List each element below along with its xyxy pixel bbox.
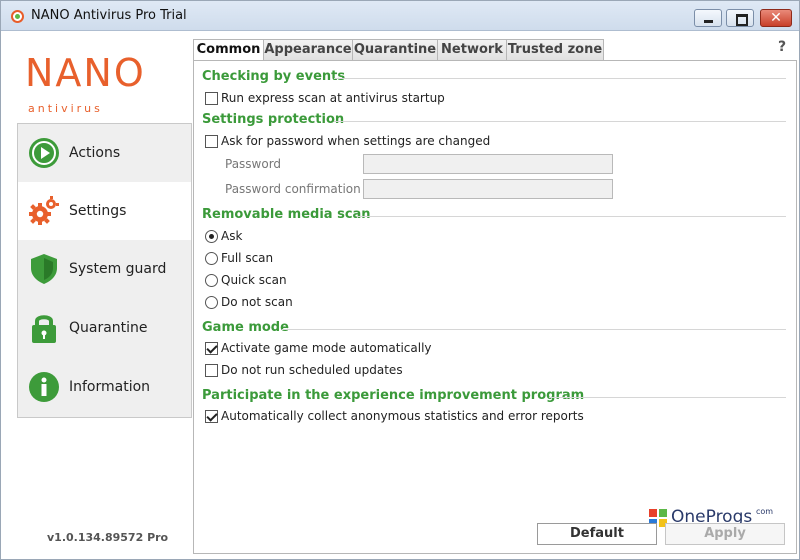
ask-password-label[interactable]: Ask for password when settings are chang… — [221, 134, 490, 148]
section-title-protection: Settings protection — [202, 112, 345, 127]
nav-label: Quarantine — [69, 320, 148, 336]
tab-quarantine[interactable]: Quarantine — [352, 39, 438, 61]
radio-full-scan-label[interactable]: Full scan — [221, 251, 273, 265]
nav-label: Settings — [69, 203, 127, 219]
section-title-experience: Participate in the experience improvemen… — [202, 388, 585, 403]
watermark-suffix: com — [756, 507, 774, 516]
nav-menu: Actions Settings System guard Quarantine… — [17, 123, 192, 418]
close-icon: ✕ — [770, 10, 782, 26]
radio-ask[interactable] — [205, 230, 218, 243]
radio-full-scan[interactable] — [205, 252, 218, 265]
nav-item-system-guard[interactable]: System guard — [18, 240, 191, 298]
section-title-checking: Checking by events — [202, 69, 346, 84]
play-icon — [29, 138, 59, 168]
section-divider — [282, 329, 786, 330]
express-scan-label[interactable]: Run express scan at antivirus startup — [221, 91, 445, 105]
version-label: v1.0.134.89572 Pro — [47, 531, 169, 544]
radio-quick-scan[interactable] — [205, 274, 218, 287]
gears-icon — [29, 196, 59, 225]
title-bar[interactable]: NANO Antivirus Pro Trial ✕ — [1, 1, 799, 31]
tab-appearance[interactable]: Appearance — [263, 39, 353, 61]
app-window: NANO Antivirus Pro Trial ✕ NANO antiviru… — [0, 0, 800, 560]
logo-subtitle: antivirus — [28, 102, 103, 115]
radio-do-not-scan[interactable] — [205, 296, 218, 309]
ask-password-checkbox[interactable] — [205, 135, 218, 148]
default-button[interactable]: Default — [537, 523, 657, 545]
logo-text: NANO — [25, 51, 146, 95]
nav-item-information[interactable]: Information — [18, 358, 191, 416]
shield-icon — [31, 254, 57, 284]
radio-ask-label[interactable]: Ask — [221, 229, 242, 243]
maximize-button[interactable] — [726, 9, 754, 27]
express-scan-checkbox[interactable] — [205, 92, 218, 105]
tab-common[interactable]: Common — [193, 39, 264, 62]
no-scheduled-updates-checkbox[interactable] — [205, 364, 218, 377]
apply-button[interactable]: Apply — [665, 523, 785, 545]
password-confirm-label: Password confirmation — [225, 182, 361, 196]
game-mode-auto-checkbox[interactable] — [205, 342, 218, 355]
section-divider — [549, 397, 786, 398]
help-button[interactable]: ? — [778, 39, 786, 55]
tab-trusted-zone[interactable]: Trusted zone — [506, 39, 604, 61]
nav-item-actions[interactable]: Actions — [18, 124, 191, 182]
window-title: NANO Antivirus Pro Trial — [31, 8, 187, 23]
radio-do-not-scan-label[interactable]: Do not scan — [221, 295, 293, 309]
nav-label: Information — [69, 379, 151, 395]
nav-label: Actions — [69, 145, 121, 161]
section-title-removable: Removable media scan — [202, 207, 371, 222]
password-label: Password — [225, 157, 282, 171]
radio-quick-scan-label[interactable]: Quick scan — [221, 273, 287, 287]
section-title-game: Game mode — [202, 320, 289, 335]
nav-item-settings[interactable]: Settings — [18, 182, 191, 240]
password-confirm-input[interactable] — [363, 179, 613, 199]
nano-logo: NANO antivirus — [25, 51, 185, 115]
collect-stats-label[interactable]: Automatically collect anonymous statisti… — [221, 409, 584, 423]
sidebar: NANO antivirus Actions Settings System g… — [9, 31, 192, 553]
settings-panel: Checking by events Run express scan at a… — [193, 60, 797, 554]
nav-label: System guard — [69, 261, 167, 277]
info-icon — [29, 372, 59, 402]
lock-icon — [32, 315, 56, 343]
collect-stats-checkbox[interactable] — [205, 410, 218, 423]
app-icon — [11, 10, 24, 23]
nav-item-quarantine[interactable]: Quarantine — [18, 299, 191, 357]
tab-network[interactable]: Network — [437, 39, 507, 61]
minimize-button[interactable] — [694, 9, 722, 27]
no-scheduled-updates-label[interactable]: Do not run scheduled updates — [221, 363, 403, 377]
close-button[interactable]: ✕ — [760, 9, 792, 27]
section-divider — [357, 216, 786, 217]
section-divider — [334, 78, 786, 79]
password-input[interactable] — [363, 154, 613, 174]
game-mode-auto-label[interactable]: Activate game mode automatically — [221, 341, 432, 355]
section-divider — [334, 121, 786, 122]
